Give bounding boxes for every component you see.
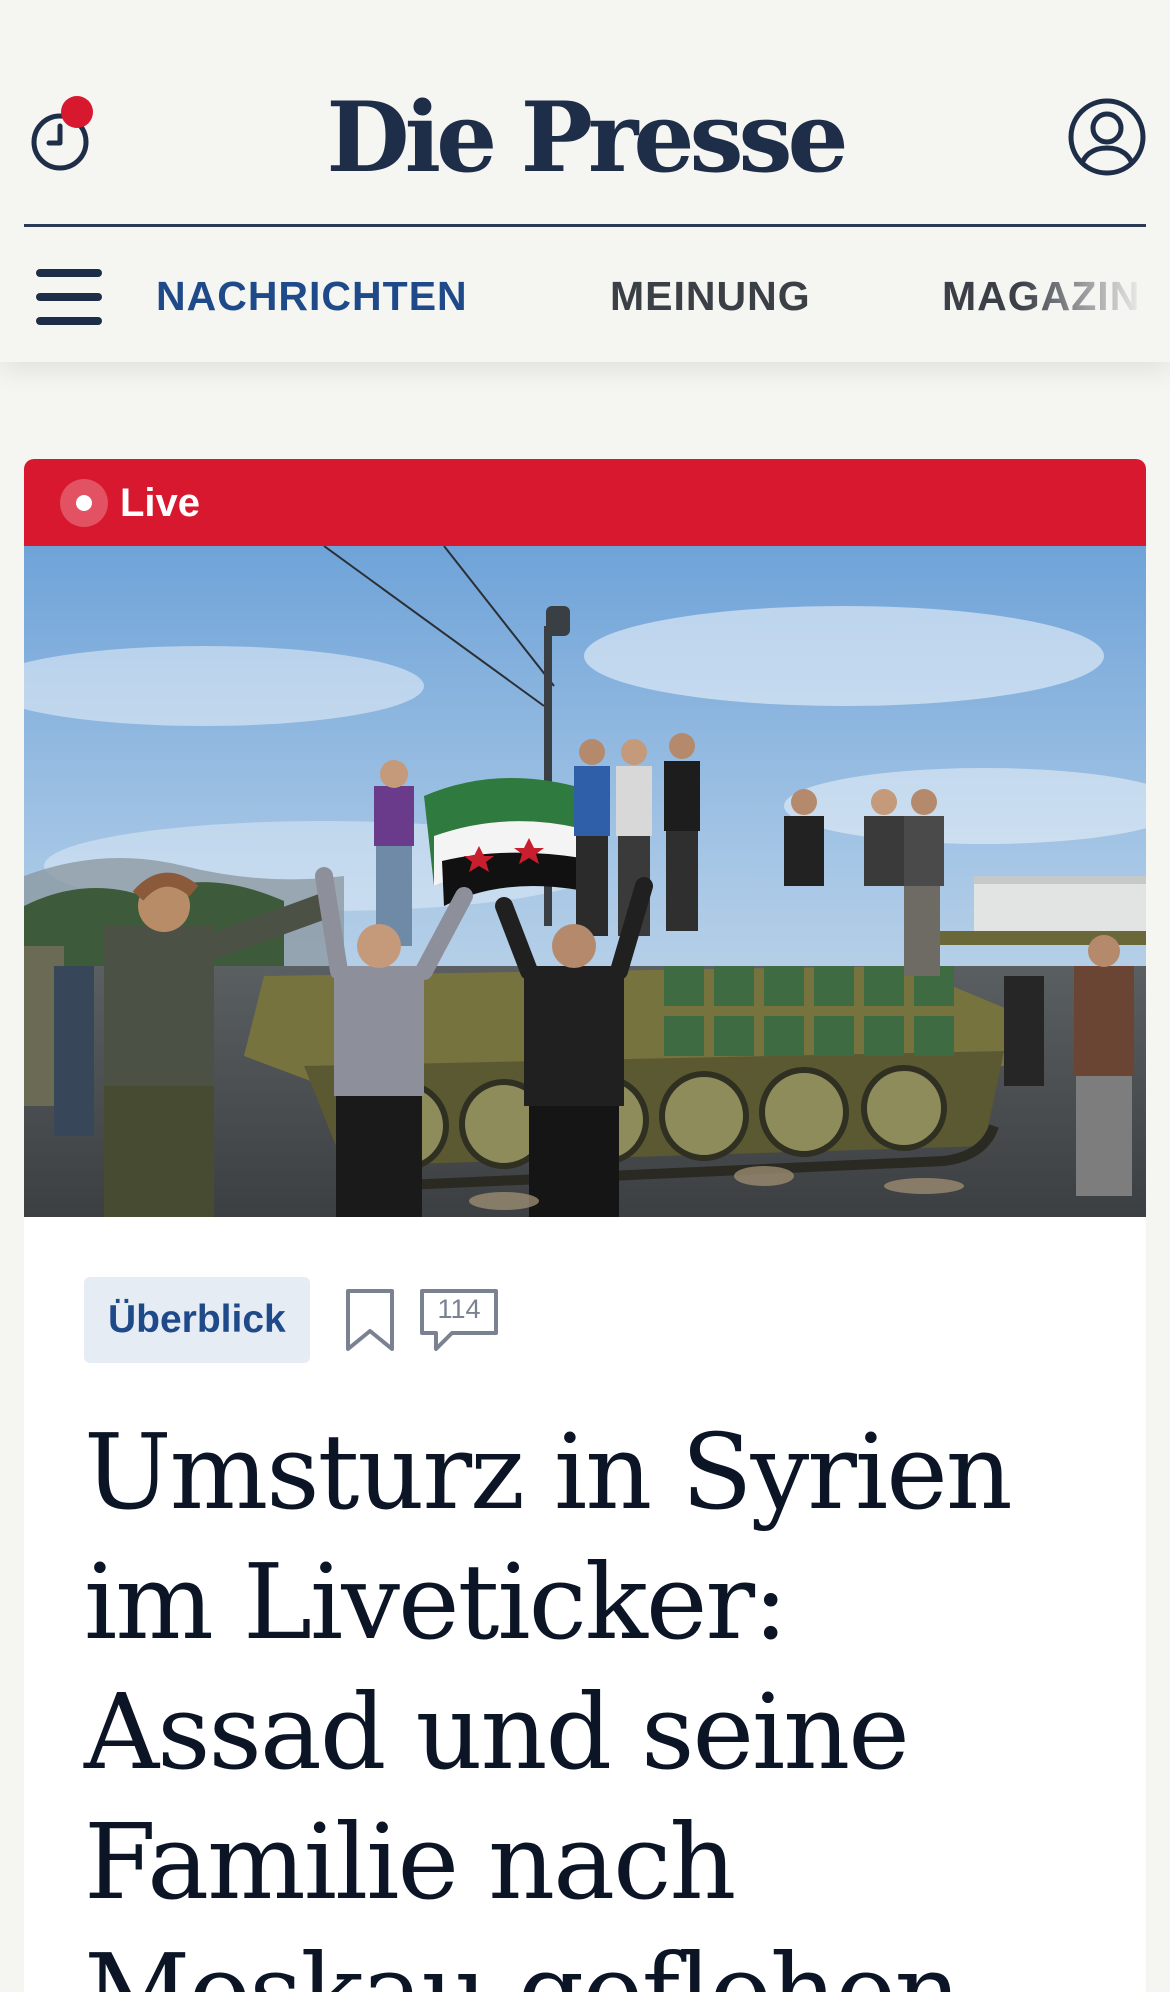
comments-button[interactable]: 114 bbox=[418, 1287, 500, 1353]
live-label: Live bbox=[120, 481, 201, 525]
hero-photo-illustration bbox=[24, 546, 1146, 1217]
hamburger-icon-bar bbox=[36, 269, 102, 277]
bookmark-icon bbox=[346, 1289, 394, 1351]
bookmark-button[interactable] bbox=[342, 1287, 398, 1353]
page: Die Presse NACHRICHTEN MEINUNG MAGAZIN L… bbox=[0, 0, 1170, 1992]
article-hero-image[interactable] bbox=[24, 546, 1146, 1217]
user-circle-icon bbox=[1068, 98, 1146, 176]
nav-item-nachrichten[interactable]: NACHRICHTEN bbox=[156, 271, 468, 321]
account-button[interactable] bbox=[1066, 96, 1148, 178]
site-logo[interactable]: Die Presse bbox=[0, 78, 1170, 198]
article-teaser-card[interactable]: Live Überblick 114 Umsturz in Syrien im … bbox=[24, 459, 1146, 1992]
category-tag[interactable]: Überblick bbox=[84, 1277, 310, 1363]
top-bar: Die Presse bbox=[0, 0, 1170, 226]
hamburger-icon-bar bbox=[36, 293, 102, 301]
hamburger-icon-bar bbox=[36, 317, 102, 325]
nav-item-magazin[interactable]: MAGAZIN bbox=[942, 271, 1140, 321]
section-nav: NACHRICHTEN MEINUNG MAGAZIN bbox=[0, 227, 1170, 362]
live-banner: Live bbox=[24, 459, 1146, 546]
article-headline[interactable]: Umsturz in Syrien im Liveticker: Assad u… bbox=[84, 1407, 1104, 1992]
site-header: Die Presse NACHRICHTEN MEINUNG MAGAZIN bbox=[0, 0, 1170, 362]
live-dot bbox=[76, 495, 92, 511]
hamburger-menu-button[interactable] bbox=[36, 269, 106, 325]
live-indicator-icon bbox=[60, 479, 108, 527]
comment-count: 114 bbox=[437, 1294, 481, 1324]
nav-item-meinung[interactable]: MEINUNG bbox=[610, 271, 811, 321]
